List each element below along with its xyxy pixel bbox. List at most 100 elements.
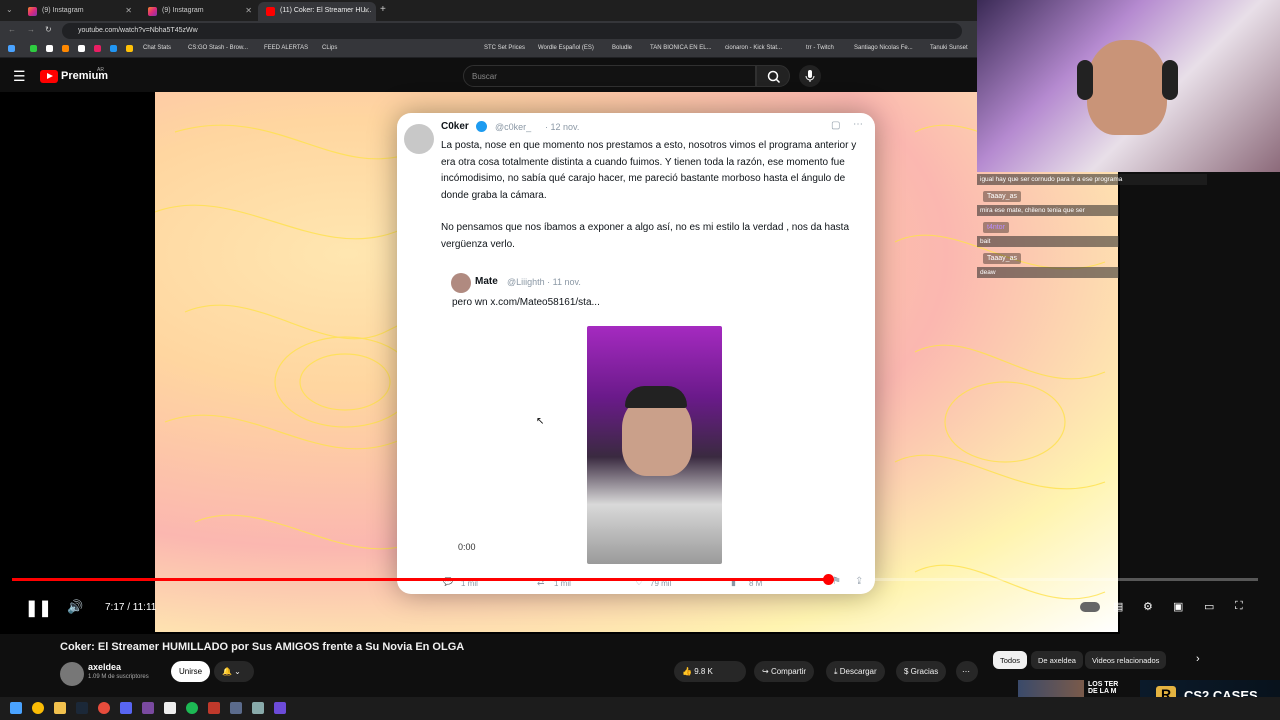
tab-instagram-2[interactable]: (9) Instagram ✕ [140,2,258,21]
bookmark-icon[interactable] [46,45,53,52]
brand-country: AR [97,67,104,73]
subscribed-button[interactable]: 🔔 ⌄ [214,661,254,682]
stream-chat-overlay: igual hay que ser cornudo para ir a ese … [977,172,1280,282]
embedded-video-thumbnail[interactable] [587,326,722,564]
discord-icon[interactable] [120,702,132,714]
related-thumbnail[interactable] [1018,680,1084,697]
volume-icon[interactable]: 🔊 [67,599,83,615]
bookmark-twitch[interactable]: trr - Twitch [806,45,834,51]
grok-icon[interactable]: ▢ [831,120,840,131]
more-icon: ⋯ [962,667,970,676]
headphones [1162,60,1178,100]
tab-youtube-active[interactable]: (11) Coker: El Streamer HU... ✕ [258,2,376,21]
chrome-icon[interactable] [32,702,44,714]
bookmark-boludle[interactable]: Boludle [612,45,632,51]
progress-scrubber[interactable] [823,574,834,585]
voice-search-button[interactable] [799,65,821,87]
url-text: youtube.com/watch?v=Nbha5T45zWw [78,27,198,34]
chip-channel[interactable]: De axeldea [1031,651,1083,669]
like-dislike-group[interactable]: 👍 9.8 K [674,661,746,682]
menu-icon[interactable]: ☰ [13,68,26,85]
bookmark-icon[interactable] [126,45,133,52]
search-icon [767,70,781,84]
app-icon[interactable] [142,702,154,714]
bookmark-clips[interactable]: CLips [322,45,337,51]
chat-username: t4ntor [983,222,1009,233]
bookmark-icon[interactable] [30,45,37,52]
chevron-right-icon[interactable]: › [1196,653,1200,665]
thanks-button[interactable]: $ Gracias [896,661,947,682]
download-button[interactable]: ⤓ Descargar [826,661,885,682]
bookmark-chat-stats[interactable]: Chat Stats [143,45,171,51]
app-icon[interactable] [274,702,286,714]
theater-mode-icon[interactable]: ▭ [1204,600,1214,613]
bookmark-tan-bionica[interactable]: TAN BIONICA EN EL... [650,45,712,51]
chip-all[interactable]: Todos [993,651,1028,669]
close-tab-icon[interactable]: ✕ [245,6,252,15]
app-icon[interactable] [164,702,176,714]
chat-message: mira ese mate, chileno tenia que ser [977,205,1119,216]
bookmark-icon[interactable] [78,45,85,52]
chip-related[interactable]: Videos relacionados [1085,651,1167,669]
bookmark-kick-stats[interactable]: cionaron - Kick Stat... [725,45,782,51]
tab-label: (11) Coker: El Streamer HU... [280,7,372,14]
close-tab-icon[interactable]: ✕ [125,6,132,15]
bookmark-icon[interactable] [94,45,101,52]
share-button[interactable]: ↪ Compartir [754,661,815,682]
spotify-icon[interactable] [186,702,198,714]
app-icon[interactable] [208,702,220,714]
apps-icon[interactable] [8,45,15,52]
app-icon[interactable] [252,702,264,714]
bookmark-tanuki[interactable]: Tanuki Sunset [930,45,968,51]
forward-icon[interactable]: → [27,25,35,34]
tweet-handle: @c0ker_ [495,122,532,132]
bookmark-wordle[interactable]: Wordle Español (ES) [538,45,594,51]
thumbs-up-icon: 👍 [682,667,695,676]
quoted-text[interactable]: pero wn x.com/Mateo58161/sta... [452,297,600,308]
quoted-handle: @Liiighth · 11 nov. [507,277,581,287]
share-icon: ↪ [762,667,771,676]
search-button[interactable] [756,65,790,87]
channel-name[interactable]: axeldea [88,662,121,672]
pause-icon[interactable]: ❚❚ [25,598,52,618]
subscriber-count: 1.09 M de suscriptores [88,674,149,680]
search-input[interactable]: Buscar [463,65,756,87]
more-actions-button[interactable]: ⋯ [956,661,978,682]
reload-icon[interactable]: ↻ [45,25,52,34]
chat-username: Taaay_as [983,253,1021,264]
bookmark-icon[interactable] [110,45,117,52]
autoplay-toggle[interactable] [1080,602,1100,612]
steam-icon[interactable] [76,702,88,714]
url-bar[interactable]: youtube.com/watch?v=Nbha5T45zWw [62,23,962,39]
bookmark-icon[interactable] [62,45,69,52]
bookmark-feed-alertas[interactable]: FEED ALERTAS [264,45,308,51]
related-title[interactable]: LOS TER DE LA M [1088,681,1118,695]
close-tab-icon[interactable]: ✕ [363,6,370,15]
settings-icon[interactable]: ⚙ [1143,600,1153,613]
file-explorer-icon[interactable] [54,702,66,714]
channel-avatar[interactable] [60,662,84,686]
like-count: 9.8 K [694,667,713,676]
bell-icon: 🔔 ⌄ [222,667,241,676]
thanks-icon: $ [904,667,911,676]
subtitles-icon[interactable]: ▤ [1113,600,1123,613]
new-tab-button[interactable]: + [380,4,386,15]
app-icon[interactable] [98,702,110,714]
miniplayer-icon[interactable]: ▣ [1173,600,1183,613]
tab-instagram-1[interactable]: (9) Instagram ✕ [20,2,138,21]
join-button[interactable]: Unirse [171,661,211,682]
tab-search-icon[interactable]: ⌄ [6,5,13,14]
fullscreen-icon[interactable]: ⛶ [1235,600,1243,613]
more-icon[interactable]: ⋯ [853,119,863,130]
bookmark-csgo-stash[interactable]: CS:GO Stash - Brow... [188,45,248,51]
windows-start-icon[interactable] [10,702,22,714]
app-icon[interactable] [230,702,242,714]
tab-label: (9) Instagram [42,7,84,14]
back-icon[interactable]: ← [8,25,16,34]
bookmark-stc[interactable]: STC Set Prices [484,45,525,51]
youtube-logo-icon[interactable] [40,70,58,83]
tweet-date: · 12 nov. [545,122,580,132]
bookmark-santiago[interactable]: Santiago Nicolas Fe... [854,45,913,51]
quoted-author: Mate [475,276,498,287]
cap [625,386,687,408]
